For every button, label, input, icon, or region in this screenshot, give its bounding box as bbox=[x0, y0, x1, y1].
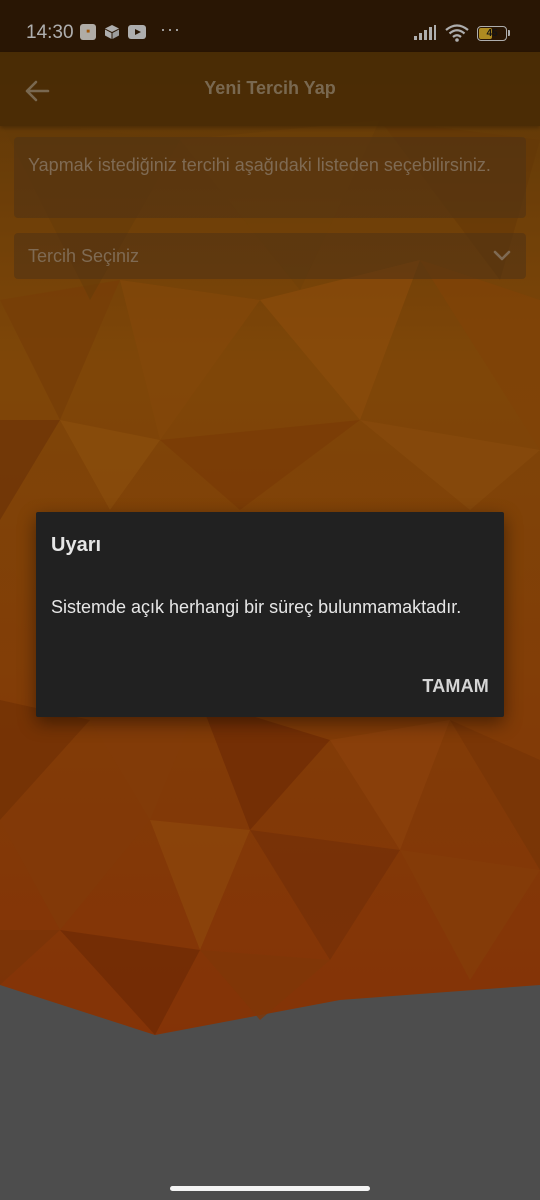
ok-button[interactable]: TAMAM bbox=[422, 676, 489, 697]
dialog-title: Uyarı bbox=[51, 534, 102, 556]
screen: 14:30 ■ ··· 45 Yeni Tercih Yap Yapmak is… bbox=[0, 0, 540, 1200]
dialog-message: Sistemde açık herhangi bir süreç bulunma… bbox=[51, 597, 462, 617]
home-indicator[interactable] bbox=[170, 1186, 370, 1191]
alert-dialog: Uyarı Sistemde açık herhangi bir süreç b… bbox=[36, 512, 504, 717]
